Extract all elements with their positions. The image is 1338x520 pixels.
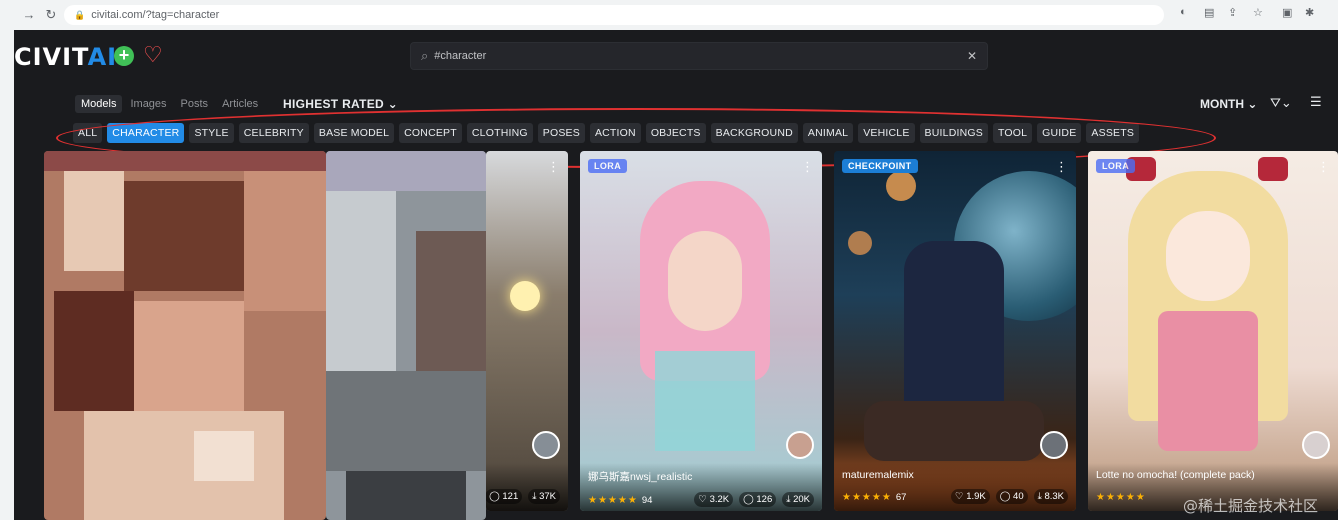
- tag-chip-assets[interactable]: ASSETS: [1086, 123, 1140, 143]
- tag-chip-tool[interactable]: TOOL: [992, 123, 1033, 143]
- lock-icon: 🔒: [74, 9, 86, 20]
- model-type-badge: CHECKPOINT: [842, 159, 918, 173]
- more-options-icon[interactable]: ⋮: [801, 159, 814, 175]
- puzzle-icon[interactable]: ✱: [1305, 6, 1314, 19]
- extension-icon[interactable]: ▣: [1282, 6, 1292, 19]
- tag-chip-poses[interactable]: POSES: [537, 123, 585, 143]
- bookmark-star-icon[interactable]: ☆: [1253, 6, 1263, 19]
- civitai-app: CIVITAI + ♡ ⌕ ✕ Models Images Posts Arti…: [14, 30, 1338, 520]
- logo-main-text: CIVIT: [14, 43, 88, 71]
- card-info: ◯ 121 ⤓ 37K: [486, 463, 568, 511]
- creator-avatar[interactable]: [1302, 431, 1330, 459]
- tab-images[interactable]: Images: [124, 95, 172, 113]
- more-options-icon[interactable]: ⋮: [1055, 159, 1068, 175]
- tag-chip-objects[interactable]: OBJECTS: [645, 123, 706, 143]
- model-name[interactable]: Lotte no omocha! (complete pack): [1096, 469, 1330, 481]
- model-type-badge: LORA: [588, 159, 628, 173]
- like-count: ♡ 1.9K: [951, 488, 990, 504]
- layout-toggle-icon[interactable]: ☰: [1310, 94, 1322, 110]
- sort-label: HIGHEST RATED: [283, 97, 385, 111]
- chevron-down-icon: ⌄: [1247, 97, 1258, 111]
- tag-chip-vehicle[interactable]: VEHICLE: [858, 123, 915, 143]
- tag-chip-animal[interactable]: ANIMAL: [802, 123, 854, 143]
- address-url: civitai.com/?tag=character: [91, 9, 220, 21]
- comment-count: ◯ 40: [995, 488, 1028, 504]
- download-count: ⤓ 20K: [782, 491, 814, 507]
- model-card-partial[interactable]: ⋮ ◯ 121 ⤓ 37K: [486, 151, 568, 511]
- tag-chip-all[interactable]: ALL: [73, 123, 103, 143]
- watermark-text: @稀土掘金技术社区: [1182, 497, 1318, 515]
- download-count: ⤓ 37K: [528, 489, 560, 504]
- search-bar: ⌕ ✕: [410, 42, 988, 70]
- tag-chip-action[interactable]: ACTION: [589, 123, 641, 143]
- tab-posts[interactable]: Posts: [175, 95, 215, 113]
- search-input[interactable]: [434, 50, 935, 62]
- model-card[interactable]: LORA ⋮ Lotte no omocha! (complete pack) …: [1088, 151, 1338, 511]
- tab-models[interactable]: Models: [75, 95, 123, 113]
- period-label: MONTH: [1200, 97, 1244, 111]
- period-dropdown[interactable]: MONTH ⌄: [1200, 97, 1257, 111]
- model-name[interactable]: maturemalemix: [842, 469, 1068, 481]
- comment-count: ◯ 121: [486, 489, 523, 504]
- more-options-icon[interactable]: ⋮: [547, 159, 560, 175]
- tag-chip-base-model[interactable]: BASE MODEL: [313, 123, 395, 143]
- tag-chip-clothing[interactable]: CLOTHING: [466, 123, 533, 143]
- search-icon: ⌕: [421, 48, 429, 63]
- logo-accent-text: AI: [87, 43, 118, 71]
- tag-chip-character[interactable]: CHARACTER: [107, 123, 185, 143]
- creator-avatar[interactable]: [1040, 431, 1068, 459]
- tag-chip-background[interactable]: BACKGROUND: [710, 123, 798, 143]
- clear-search-icon[interactable]: ✕: [967, 49, 977, 63]
- tag-chip-style[interactable]: STYLE: [189, 123, 234, 143]
- model-type-badge: LORA: [1096, 159, 1136, 173]
- rating-stars: ★★★★★: [588, 495, 638, 506]
- more-options-icon[interactable]: ⋮: [1317, 159, 1330, 175]
- tag-chip-buildings[interactable]: BUILDINGS: [919, 123, 988, 143]
- censored-card-middle: [326, 151, 486, 520]
- filter-icon[interactable]: ⛛⌄: [1270, 95, 1292, 111]
- tag-chip-celebrity[interactable]: CELEBRITY: [238, 123, 309, 143]
- rating-stars: ★★★★★: [1096, 492, 1146, 503]
- tag-chip-concept[interactable]: CONCEPT: [399, 123, 462, 143]
- comment-count: ◯ 126: [739, 491, 777, 507]
- rating-count: 67: [895, 492, 907, 503]
- tab-articles[interactable]: Articles: [216, 95, 264, 113]
- translate-icon[interactable]: ▤: [1204, 6, 1214, 19]
- address-bar[interactable]: 🔒 civitai.com/?tag=character: [64, 5, 1164, 25]
- card-info: 娜乌斯嘉nwsj_realistic ★★★★★ 94 ♡ 3.2K ◯ 126 …: [580, 463, 822, 511]
- model-card[interactable]: LORA ⋮ 娜乌斯嘉nwsj_realistic ★★★★★ 94 ♡ 3.2K…: [580, 151, 822, 511]
- creator-avatar[interactable]: [786, 431, 814, 459]
- chevron-down-icon: ⌄: [387, 97, 399, 111]
- content-tabs: Models Images Posts Articles: [75, 95, 264, 113]
- civitai-logo[interactable]: CIVITAI: [14, 43, 117, 71]
- like-count: ♡ 3.2K: [694, 491, 734, 507]
- sort-dropdown[interactable]: HIGHEST RATED ⌄: [283, 97, 398, 111]
- card-info: maturemalemix ★★★★★ 67 ♡ 1.9K ◯ 40 ⤓ 8.3K: [834, 463, 1076, 511]
- creator-avatar[interactable]: [532, 431, 560, 459]
- tag-chip-guide[interactable]: GUIDE: [1037, 123, 1082, 143]
- model-name[interactable]: 娜乌斯嘉nwsj_realistic: [588, 469, 814, 484]
- google-lens-icon[interactable]: ◐: [1180, 6, 1187, 18]
- browser-toolbar: → ↻ 🔒 civitai.com/?tag=character ◐ ▤ ⇪ ☆…: [0, 0, 1338, 30]
- rating-count: 94: [641, 495, 653, 506]
- back-arrow-icon[interactable]: →: [18, 7, 40, 22]
- create-plus-icon[interactable]: +: [114, 46, 134, 66]
- heart-icon[interactable]: ♡: [143, 42, 163, 68]
- download-count: ⤓ 8.3K: [1033, 488, 1068, 504]
- rating-stars: ★★★★★: [842, 492, 892, 503]
- model-card[interactable]: CHECKPOINT ⋮ maturemalemix ★★★★★ 67 ♡ 1.9…: [834, 151, 1076, 511]
- censored-card-left: [44, 151, 326, 520]
- share-icon[interactable]: ⇪: [1228, 6, 1237, 19]
- reload-icon[interactable]: ↻: [40, 7, 62, 23]
- tag-filter-chips: ALL CHARACTER STYLE CELEBRITY BASE MODEL CONC…: [73, 123, 1140, 143]
